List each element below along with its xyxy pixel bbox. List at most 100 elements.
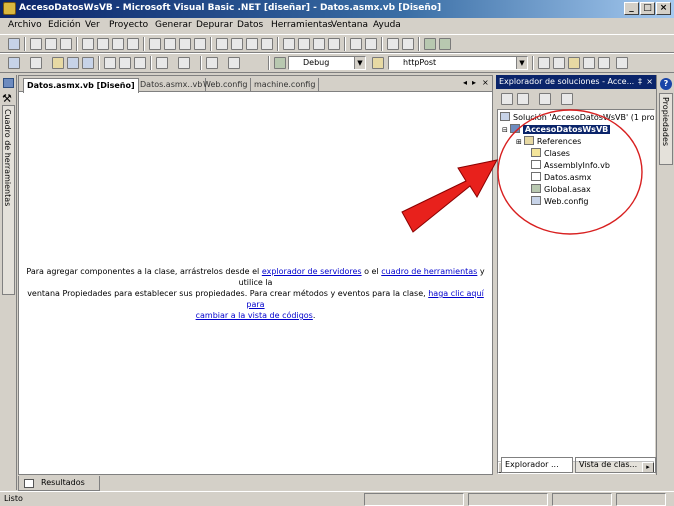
document-area: Datos.asmx.vb [Diseño] Datos.asmx..vb We… bbox=[18, 75, 493, 475]
add-item-icon[interactable] bbox=[30, 57, 42, 69]
properties-icon[interactable] bbox=[561, 93, 573, 105]
save-icon[interactable] bbox=[67, 57, 79, 69]
server-explorer-icon[interactable] bbox=[3, 78, 14, 88]
start-icon[interactable] bbox=[274, 57, 286, 69]
menu-generar[interactable]: Generar bbox=[155, 20, 192, 30]
tab-scroll-left-icon[interactable]: ◂ bbox=[463, 78, 467, 87]
toolbox-icon[interactable] bbox=[568, 57, 580, 69]
hspacing-remove-icon[interactable] bbox=[261, 38, 273, 50]
menu-archivo[interactable]: Archivo bbox=[8, 20, 42, 30]
hspacing-equal-icon[interactable] bbox=[216, 38, 228, 50]
close-icon[interactable]: × bbox=[646, 75, 653, 88]
bring-front-icon[interactable] bbox=[387, 38, 399, 50]
pin-icon[interactable]: ‡ bbox=[638, 75, 642, 88]
collapse-icon[interactable]: ⊟ bbox=[502, 126, 508, 134]
vspacing-remove-icon[interactable] bbox=[328, 38, 340, 50]
close-button[interactable]: × bbox=[656, 2, 671, 15]
navigate-forward-icon[interactable] bbox=[228, 57, 240, 69]
tab-class-view[interactable]: Vista de clas... bbox=[575, 457, 656, 473]
tab-datos-design[interactable]: Datos.asmx.vb [Diseño] bbox=[23, 78, 139, 93]
find-in-files-icon[interactable] bbox=[372, 57, 384, 69]
redo-icon[interactable] bbox=[178, 57, 190, 69]
vspacing-decrease-icon[interactable] bbox=[313, 38, 325, 50]
menu-herramientas[interactable]: Herramientas bbox=[271, 20, 332, 30]
menu-proyecto[interactable]: Proyecto bbox=[109, 20, 148, 30]
paste-icon[interactable] bbox=[134, 57, 146, 69]
tree-clases[interactable]: Clases bbox=[531, 148, 570, 159]
align-right-icon[interactable] bbox=[60, 38, 72, 50]
send-back-icon[interactable] bbox=[402, 38, 414, 50]
server-explorer-link[interactable]: explorador de servidores bbox=[262, 267, 362, 276]
center-horiz-icon[interactable] bbox=[350, 38, 362, 50]
toolbar-options-icon[interactable] bbox=[616, 57, 628, 69]
tree-web-config[interactable]: Web.config bbox=[531, 196, 588, 207]
close-doc-icon[interactable]: × bbox=[482, 78, 489, 87]
align-center-icon[interactable] bbox=[45, 38, 57, 50]
same-height-icon[interactable] bbox=[164, 38, 176, 50]
refresh-icon[interactable] bbox=[517, 93, 529, 105]
undo-icon[interactable] bbox=[156, 57, 168, 69]
tree-solution[interactable]: Solución 'AccesoDatosWsVB' (1 proyecto) bbox=[500, 112, 654, 123]
vspacing-increase-icon[interactable] bbox=[298, 38, 310, 50]
properties-window-icon[interactable] bbox=[553, 57, 565, 69]
tab-scroll-right-icon[interactable]: ▸ bbox=[472, 78, 476, 87]
copy-icon[interactable] bbox=[119, 57, 131, 69]
output-tab[interactable]: Resultados bbox=[18, 476, 100, 491]
align-top-icon[interactable] bbox=[82, 38, 94, 50]
navigate-back-icon[interactable] bbox=[206, 57, 218, 69]
tree-global-asax[interactable]: Global.asax bbox=[531, 184, 591, 195]
new-project-icon[interactable] bbox=[8, 57, 20, 69]
tree-references[interactable]: ⊞ References bbox=[516, 136, 581, 147]
cut-icon[interactable] bbox=[104, 57, 116, 69]
grid-icon[interactable] bbox=[8, 38, 20, 50]
size-grid-icon[interactable] bbox=[194, 38, 206, 50]
vspacing-equal-icon[interactable] bbox=[283, 38, 295, 50]
open-file-icon[interactable] bbox=[52, 57, 64, 69]
tree-assemblyinfo[interactable]: AssemblyInfo.vb bbox=[531, 160, 610, 171]
help-icon[interactable]: ? bbox=[660, 78, 672, 90]
maximize-button[interactable]: □ bbox=[640, 2, 655, 15]
tools-icon[interactable] bbox=[583, 57, 595, 69]
tree-project[interactable]: ⊟ AccesoDatosWsVB bbox=[502, 124, 611, 135]
menu-ver[interactable]: Ver bbox=[85, 20, 100, 30]
hspacing-decrease-icon[interactable] bbox=[246, 38, 258, 50]
solution-explorer-icon[interactable] bbox=[538, 57, 550, 69]
same-size-icon[interactable] bbox=[179, 38, 191, 50]
minimize-button[interactable]: _ bbox=[624, 2, 639, 15]
class-view-icon[interactable] bbox=[598, 57, 610, 69]
properties-tab[interactable]: Propiedades bbox=[659, 93, 673, 165]
expand-icon[interactable]: ⊞ bbox=[516, 138, 522, 146]
menu-datos[interactable]: Datos bbox=[237, 20, 263, 30]
view-code-icon[interactable] bbox=[501, 93, 513, 105]
tree-datos-asmx[interactable]: Datos.asmx bbox=[531, 172, 591, 183]
tab-web-config[interactable]: Web.config bbox=[200, 78, 252, 92]
same-width-icon[interactable] bbox=[149, 38, 161, 50]
menu-ventana[interactable]: Ventana bbox=[331, 20, 368, 30]
status-panel-1 bbox=[364, 493, 464, 506]
hspacing-increase-icon[interactable] bbox=[231, 38, 243, 50]
toolbox-tab[interactable]: Cuadro de herramientas bbox=[2, 105, 15, 295]
tab-machine-config[interactable]: machine.config bbox=[251, 78, 320, 92]
menu-depurar[interactable]: Depurar bbox=[196, 20, 233, 30]
center-vert-icon[interactable] bbox=[365, 38, 377, 50]
menu-ayuda[interactable]: Ayuda bbox=[373, 20, 401, 30]
tab-datos-code[interactable]: Datos.asmx..vb bbox=[137, 78, 207, 92]
toolbox-tools-icon[interactable]: ⚒ bbox=[2, 92, 12, 105]
align-bottom-icon[interactable] bbox=[112, 38, 124, 50]
find-combo[interactable]: httpPost ▼ bbox=[388, 56, 528, 70]
lock-controls-icon[interactable] bbox=[424, 38, 436, 50]
tab-solution-explorer[interactable]: Explorador ... bbox=[501, 457, 573, 473]
left-dock: ⚒ Cuadro de herramientas bbox=[0, 75, 17, 490]
align-left-icon[interactable] bbox=[30, 38, 42, 50]
align-grid-icon[interactable] bbox=[127, 38, 139, 50]
save-all-icon[interactable] bbox=[82, 57, 94, 69]
show-all-files-icon[interactable] bbox=[539, 93, 551, 105]
solution-config-select[interactable]: Debug ▼ bbox=[288, 56, 366, 70]
menu-edicion[interactable]: Edición bbox=[48, 20, 81, 30]
right-dock: ? Propiedades bbox=[656, 75, 674, 475]
align-middle-icon[interactable] bbox=[97, 38, 109, 50]
tab-order-icon[interactable] bbox=[439, 38, 451, 50]
code-view-link-2[interactable]: cambiar a la vista de códigos bbox=[196, 311, 313, 320]
toolbox-link[interactable]: cuadro de herramientas bbox=[381, 267, 477, 276]
status-text: Listo bbox=[4, 494, 23, 503]
